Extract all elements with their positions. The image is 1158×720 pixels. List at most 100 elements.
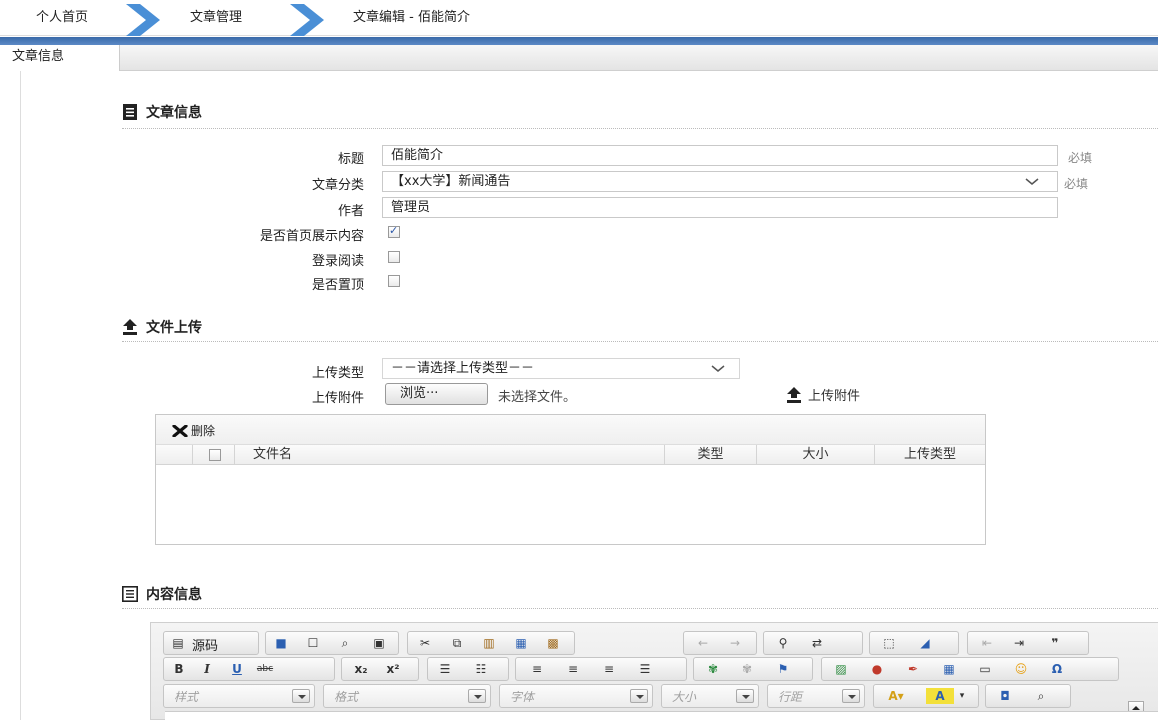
- chevron-right-icon: [290, 4, 324, 36]
- paste-text-icon[interactable]: ▦: [512, 635, 530, 651]
- source-icon: ▤: [172, 636, 184, 650]
- select-all-cell: [192, 445, 234, 465]
- tab-article-info[interactable]: 文章信息: [0, 45, 120, 72]
- image-icon[interactable]: ▨: [832, 661, 850, 677]
- column-header-upload-type[interactable]: 上传类型: [874, 445, 985, 465]
- signature-icon[interactable]: ✒: [904, 661, 922, 677]
- section-article-info: 文章信息: [122, 102, 202, 122]
- breadcrumb-article-mgmt[interactable]: 文章管理: [190, 0, 242, 36]
- toolbar-group-clipboard: ✂ ⧉ ▥ ▦ ▩: [407, 631, 575, 655]
- homepage-checkbox[interactable]: [388, 224, 400, 238]
- source-button[interactable]: ▤ 源码: [163, 631, 259, 655]
- category-select[interactable]: 【xx大学】新闻通告: [382, 171, 1058, 192]
- underline-icon[interactable]: U: [228, 661, 246, 677]
- select-all-icon[interactable]: ⬚: [880, 635, 898, 651]
- homepage-label: 是否首页展示内容: [259, 229, 364, 244]
- list-box-icon: [122, 586, 138, 602]
- replace-icon[interactable]: ⇄: [808, 635, 826, 651]
- style-combo-label: 样式: [174, 690, 199, 704]
- column-header-filename[interactable]: 文件名: [234, 445, 664, 465]
- anchor-icon[interactable]: ⚑: [774, 661, 792, 677]
- pin-top-checkbox[interactable]: [388, 275, 400, 287]
- blockquote-icon[interactable]: ❞: [1046, 635, 1064, 651]
- cut-icon[interactable]: ✂: [416, 635, 434, 651]
- find-icon[interactable]: ⚲: [774, 635, 792, 651]
- outdent-icon[interactable]: ⇤: [978, 635, 996, 651]
- bold-icon[interactable]: B: [170, 661, 188, 677]
- style-combo[interactable]: 样式: [163, 684, 315, 708]
- toolbar-group-select: ⬚ ◢: [869, 631, 959, 655]
- header-accent-bar: [0, 37, 1158, 45]
- line-height-combo-label: 行距: [778, 690, 803, 704]
- paste-icon[interactable]: ▥: [480, 635, 498, 651]
- unlink-icon[interactable]: ✾: [738, 661, 756, 677]
- category-value: 【xx大学】新闻通告: [391, 174, 511, 189]
- upload-type-select[interactable]: －－请选择上传类型－－: [382, 358, 740, 379]
- required-hint: 必填: [1068, 151, 1093, 165]
- template-icon[interactable]: ▣: [370, 635, 388, 651]
- copy-icon[interactable]: ⧉: [448, 635, 466, 651]
- upload-type-label: 上传类型: [311, 366, 364, 381]
- toolbar-group-links: ✾ ✾ ⚑: [693, 657, 813, 681]
- font-combo-label: 字体: [510, 690, 535, 704]
- numbered-list-icon[interactable]: ☰: [436, 661, 454, 677]
- subscript-icon[interactable]: x₂: [350, 661, 372, 677]
- show-blocks-icon[interactable]: ⌕: [1032, 688, 1050, 704]
- preview-icon[interactable]: ⌕: [336, 635, 354, 651]
- maximize-icon[interactable]: ◘: [996, 688, 1014, 704]
- bg-color-dropdown-icon[interactable]: ▾: [956, 688, 968, 704]
- redo-icon[interactable]: →: [726, 635, 744, 651]
- chevron-down-icon: [1025, 178, 1039, 185]
- horizontal-line-icon[interactable]: ▭: [976, 661, 994, 677]
- chevron-down-icon: [630, 689, 648, 703]
- breadcrumb-home[interactable]: 个人首页: [36, 0, 88, 36]
- attachment-label: 上传附件: [311, 391, 364, 406]
- toolbar-group-document: ■ ☐ ⌕ ▣: [265, 631, 399, 655]
- upload-attachment-button[interactable]: 上传附件: [786, 385, 860, 404]
- toolbar-group-insert: ▨ ● ✒ ▦ ▭ ☺ Ω: [821, 657, 1119, 681]
- column-header-size[interactable]: 大小: [756, 445, 874, 465]
- no-file-text: 未选择文件。: [498, 390, 577, 405]
- paste-word-icon[interactable]: ▩: [544, 635, 562, 651]
- text-color-icon[interactable]: A▾: [882, 688, 910, 704]
- justify-icon[interactable]: ☰: [636, 661, 654, 677]
- breadcrumb-current: 文章编辑 - 佰能简介: [353, 10, 470, 25]
- grid-header: 文件名 类型 大小 上传类型: [156, 445, 985, 465]
- browse-button[interactable]: 浏览···: [385, 383, 488, 405]
- size-combo-label: 大小: [672, 690, 697, 704]
- size-combo[interactable]: 大小: [661, 684, 759, 708]
- align-right-icon[interactable]: ≡: [600, 661, 618, 677]
- delete-button[interactable]: 删除: [172, 422, 215, 439]
- smiley-icon[interactable]: ☺: [1012, 661, 1030, 677]
- author-input[interactable]: 管理员: [382, 197, 1058, 218]
- new-page-icon[interactable]: ☐: [304, 635, 322, 651]
- select-all-checkbox[interactable]: [209, 449, 221, 461]
- login-read-checkbox[interactable]: [388, 251, 400, 263]
- toolbar-group-script: x₂ x²: [341, 657, 419, 681]
- line-height-combo[interactable]: 行距: [767, 684, 865, 708]
- strike-icon[interactable]: abc: [256, 661, 274, 677]
- column-header-type[interactable]: 类型: [664, 445, 756, 465]
- align-left-icon[interactable]: ≡: [528, 661, 546, 677]
- font-combo[interactable]: 字体: [499, 684, 653, 708]
- flash-icon[interactable]: ●: [868, 661, 886, 677]
- align-center-icon[interactable]: ≡: [564, 661, 582, 677]
- title-input[interactable]: 佰能简介: [382, 145, 1058, 166]
- format-combo[interactable]: 格式: [323, 684, 491, 708]
- undo-icon[interactable]: ←: [694, 635, 712, 651]
- bg-color-icon[interactable]: A: [926, 688, 954, 704]
- upload-icon: [123, 319, 137, 335]
- chevron-right-icon: [126, 4, 160, 36]
- table-icon[interactable]: ▦: [940, 661, 958, 677]
- grid-toolbar: 删除: [156, 415, 985, 445]
- toolbar-group-align: ≡ ≡ ≡ ☰: [515, 657, 687, 681]
- remove-format-icon[interactable]: ◢: [916, 635, 934, 651]
- link-icon[interactable]: ✾: [704, 661, 722, 677]
- italic-icon[interactable]: I: [198, 661, 216, 677]
- indent-icon[interactable]: ⇥: [1010, 635, 1028, 651]
- bullet-list-icon[interactable]: ☷: [472, 661, 490, 677]
- editor-content-area[interactable]: [165, 711, 1158, 720]
- special-char-icon[interactable]: Ω: [1048, 661, 1066, 677]
- superscript-icon[interactable]: x²: [382, 661, 404, 677]
- save-icon[interactable]: ■: [272, 635, 290, 651]
